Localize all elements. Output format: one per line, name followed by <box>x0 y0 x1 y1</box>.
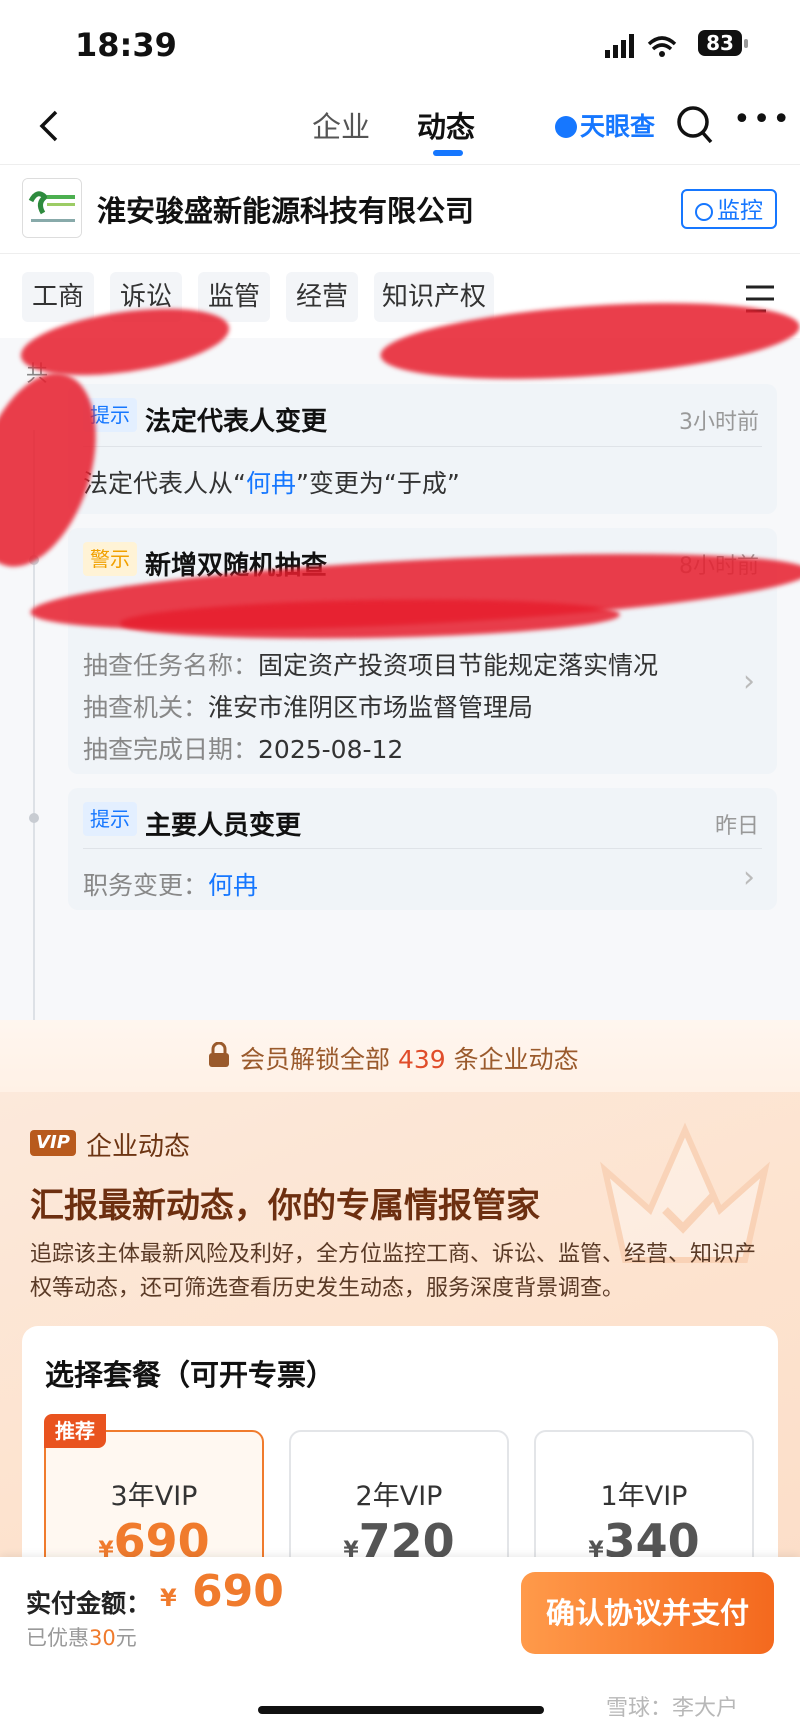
recommend-badge: 推荐 <box>44 1414 106 1448</box>
active-tab-indicator <box>433 150 463 156</box>
plan-name: 2年VIP <box>355 1481 443 1512</box>
vip-heading: 汇报最新动态，你的专属情报管家 <box>30 1186 540 1226</box>
feed-card-legal-rep[interactable]: 提示 法定代表人变更 3小时前 法定代表人从“何冉”变更为“于成” <box>68 384 777 514</box>
search-icon[interactable] <box>675 104 715 146</box>
confirm-pay-button[interactable]: 确认协议并支付 <box>521 1572 774 1654</box>
vip-tag: VIP <box>30 1130 76 1156</box>
pay-label: 实付金额： <box>26 1589 152 1618</box>
feed-detail: 职务变更：何冉 <box>83 871 259 900</box>
status-bar: 18:39 83 <box>0 0 800 90</box>
top-nav: 企业 动态 天眼查 ••• <box>0 92 800 165</box>
feed-time: 3小时前 <box>679 410 759 435</box>
brand-logo: 天眼查 <box>555 107 655 143</box>
company-logo <box>22 178 82 238</box>
chevron-right-icon: › <box>743 664 755 699</box>
inspection-authority-row: 抽查机关：淮安市淮阴区市场监督管理局 <box>83 693 534 722</box>
filter-chip-gongshang[interactable]: 工商 <box>22 272 94 322</box>
discount-text: 已优惠30元 <box>26 1626 137 1650</box>
battery-icon: 83 <box>698 30 748 56</box>
package-title: 选择套餐（可开专票） <box>45 1358 336 1392</box>
feed-detail: 法定代表人从“何冉”变更为“于成” <box>83 469 460 498</box>
plan-name: 3年VIP <box>110 1481 198 1512</box>
timeline-dot <box>29 813 39 823</box>
person-link[interactable]: 何冉 <box>246 469 296 498</box>
vip-description: 追踪该主体最新风险及利好，全方位监控工商、诉讼、监管、经营、知识产权等动态，还可… <box>30 1242 757 1301</box>
feed-title: 法定代表人变更 <box>145 407 328 437</box>
vip-product-name: 企业动态 <box>86 1132 191 1162</box>
company-name: 淮安骏盛新能源科技有限公司 <box>97 194 475 228</box>
tip-badge: 提示 <box>83 802 137 836</box>
person-link[interactable]: 何冉 <box>208 871 258 900</box>
feed-time: 昨日 <box>714 814 759 839</box>
unlock-text: 会员解锁全部 439 条企业动态 <box>240 1045 579 1074</box>
more-icon[interactable]: ••• <box>733 102 792 137</box>
inspection-task-row: 抽查任务名称：固定资产投资项目节能规定落实情况 <box>83 651 659 680</box>
feed-card-personnel[interactable]: 提示 主要人员变更 昨日 职务变更：何冉 › <box>68 788 777 910</box>
filter-chip-operation[interactable]: 经营 <box>286 272 358 322</box>
divider <box>0 253 800 254</box>
feed-title: 主要人员变更 <box>145 811 302 841</box>
lock-icon <box>209 1042 229 1067</box>
plan-name: 1年VIP <box>600 1481 688 1512</box>
camera-icon <box>695 203 713 221</box>
chevron-right-icon: › <box>743 860 755 895</box>
home-indicator <box>258 1706 544 1714</box>
back-arrow-icon[interactable] <box>30 106 70 146</box>
tab-updates[interactable]: 动态 <box>417 104 475 146</box>
tab-company[interactable]: 企业 <box>312 104 370 146</box>
watermark: 雪球：李大户 <box>606 1696 739 1721</box>
warning-badge: 警示 <box>83 542 137 576</box>
card-divider <box>83 848 762 849</box>
signal-icon <box>605 34 677 58</box>
status-time: 18:39 <box>75 26 177 64</box>
card-divider <box>83 446 762 447</box>
filter-chip-ip[interactable]: 知识产权 <box>374 272 494 322</box>
pay-amount: ¥ 690 <box>160 1566 284 1617</box>
monitor-button[interactable]: 监控 <box>681 189 777 229</box>
inspection-date-row: 抽查完成日期：2025-08-12 <box>83 735 404 764</box>
